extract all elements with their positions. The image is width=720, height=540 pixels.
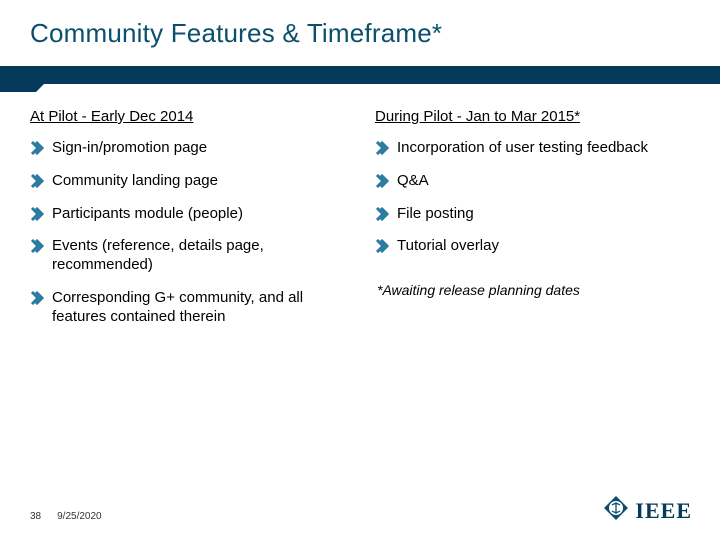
chevron-icon <box>375 239 389 253</box>
right-column: During Pilot - Jan to Mar 2015* Incorpor… <box>375 108 690 340</box>
list-item: Events (reference, details page, recomme… <box>30 237 345 275</box>
list-item: Q&A <box>375 172 690 191</box>
list-item: Incorporation of user testing feedback <box>375 139 690 158</box>
list-item-text: Corresponding G+ community, and all feat… <box>52 289 303 325</box>
list-item-text: Community landing page <box>52 172 218 189</box>
content-area: At Pilot - Early Dec 2014 Sign-in/promot… <box>30 108 690 340</box>
footnote: *Awaiting release planning dates <box>375 282 690 298</box>
slide-title: Community Features & Timeframe* <box>30 18 720 49</box>
list-item-text: Q&A <box>397 172 429 189</box>
left-column-heading: At Pilot - Early Dec 2014 <box>30 108 345 125</box>
list-item: Tutorial overlay <box>375 237 690 256</box>
chevron-icon <box>375 174 389 188</box>
list-item-text: Participants module (people) <box>52 205 243 222</box>
ieee-logo-text: IEEE <box>635 498 692 524</box>
list-item: Participants module (people) <box>30 205 345 224</box>
chevron-icon <box>30 141 44 155</box>
right-column-heading: During Pilot - Jan to Mar 2015* <box>375 108 690 125</box>
list-item-text: Incorporation of user testing feedback <box>397 139 648 156</box>
title-underline-bar <box>0 66 720 92</box>
list-item-text: File posting <box>397 205 474 222</box>
footer: 38 9/25/2020 <box>30 511 102 522</box>
chevron-icon <box>30 291 44 305</box>
chevron-icon <box>375 141 389 155</box>
list-item: File posting <box>375 205 690 224</box>
list-item-text: Sign-in/promotion page <box>52 139 207 156</box>
list-item: Community landing page <box>30 172 345 191</box>
left-column: At Pilot - Early Dec 2014 Sign-in/promot… <box>30 108 345 340</box>
list-item: Sign-in/promotion page <box>30 139 345 158</box>
right-bullet-list: Incorporation of user testing feedback Q… <box>375 139 690 256</box>
left-bullet-list: Sign-in/promotion page Community landing… <box>30 139 345 326</box>
chevron-icon <box>30 174 44 188</box>
chevron-icon <box>30 239 44 253</box>
list-item-text: Tutorial overlay <box>397 237 499 254</box>
ieee-emblem-icon <box>603 495 629 526</box>
list-item: Corresponding G+ community, and all feat… <box>30 289 345 327</box>
footer-date: 9/25/2020 <box>57 511 102 522</box>
chevron-icon <box>30 207 44 221</box>
chevron-icon <box>375 207 389 221</box>
list-item-text: Events (reference, details page, recomme… <box>52 237 264 273</box>
page-number: 38 <box>30 511 41 522</box>
ieee-logo: IEEE <box>603 495 692 526</box>
